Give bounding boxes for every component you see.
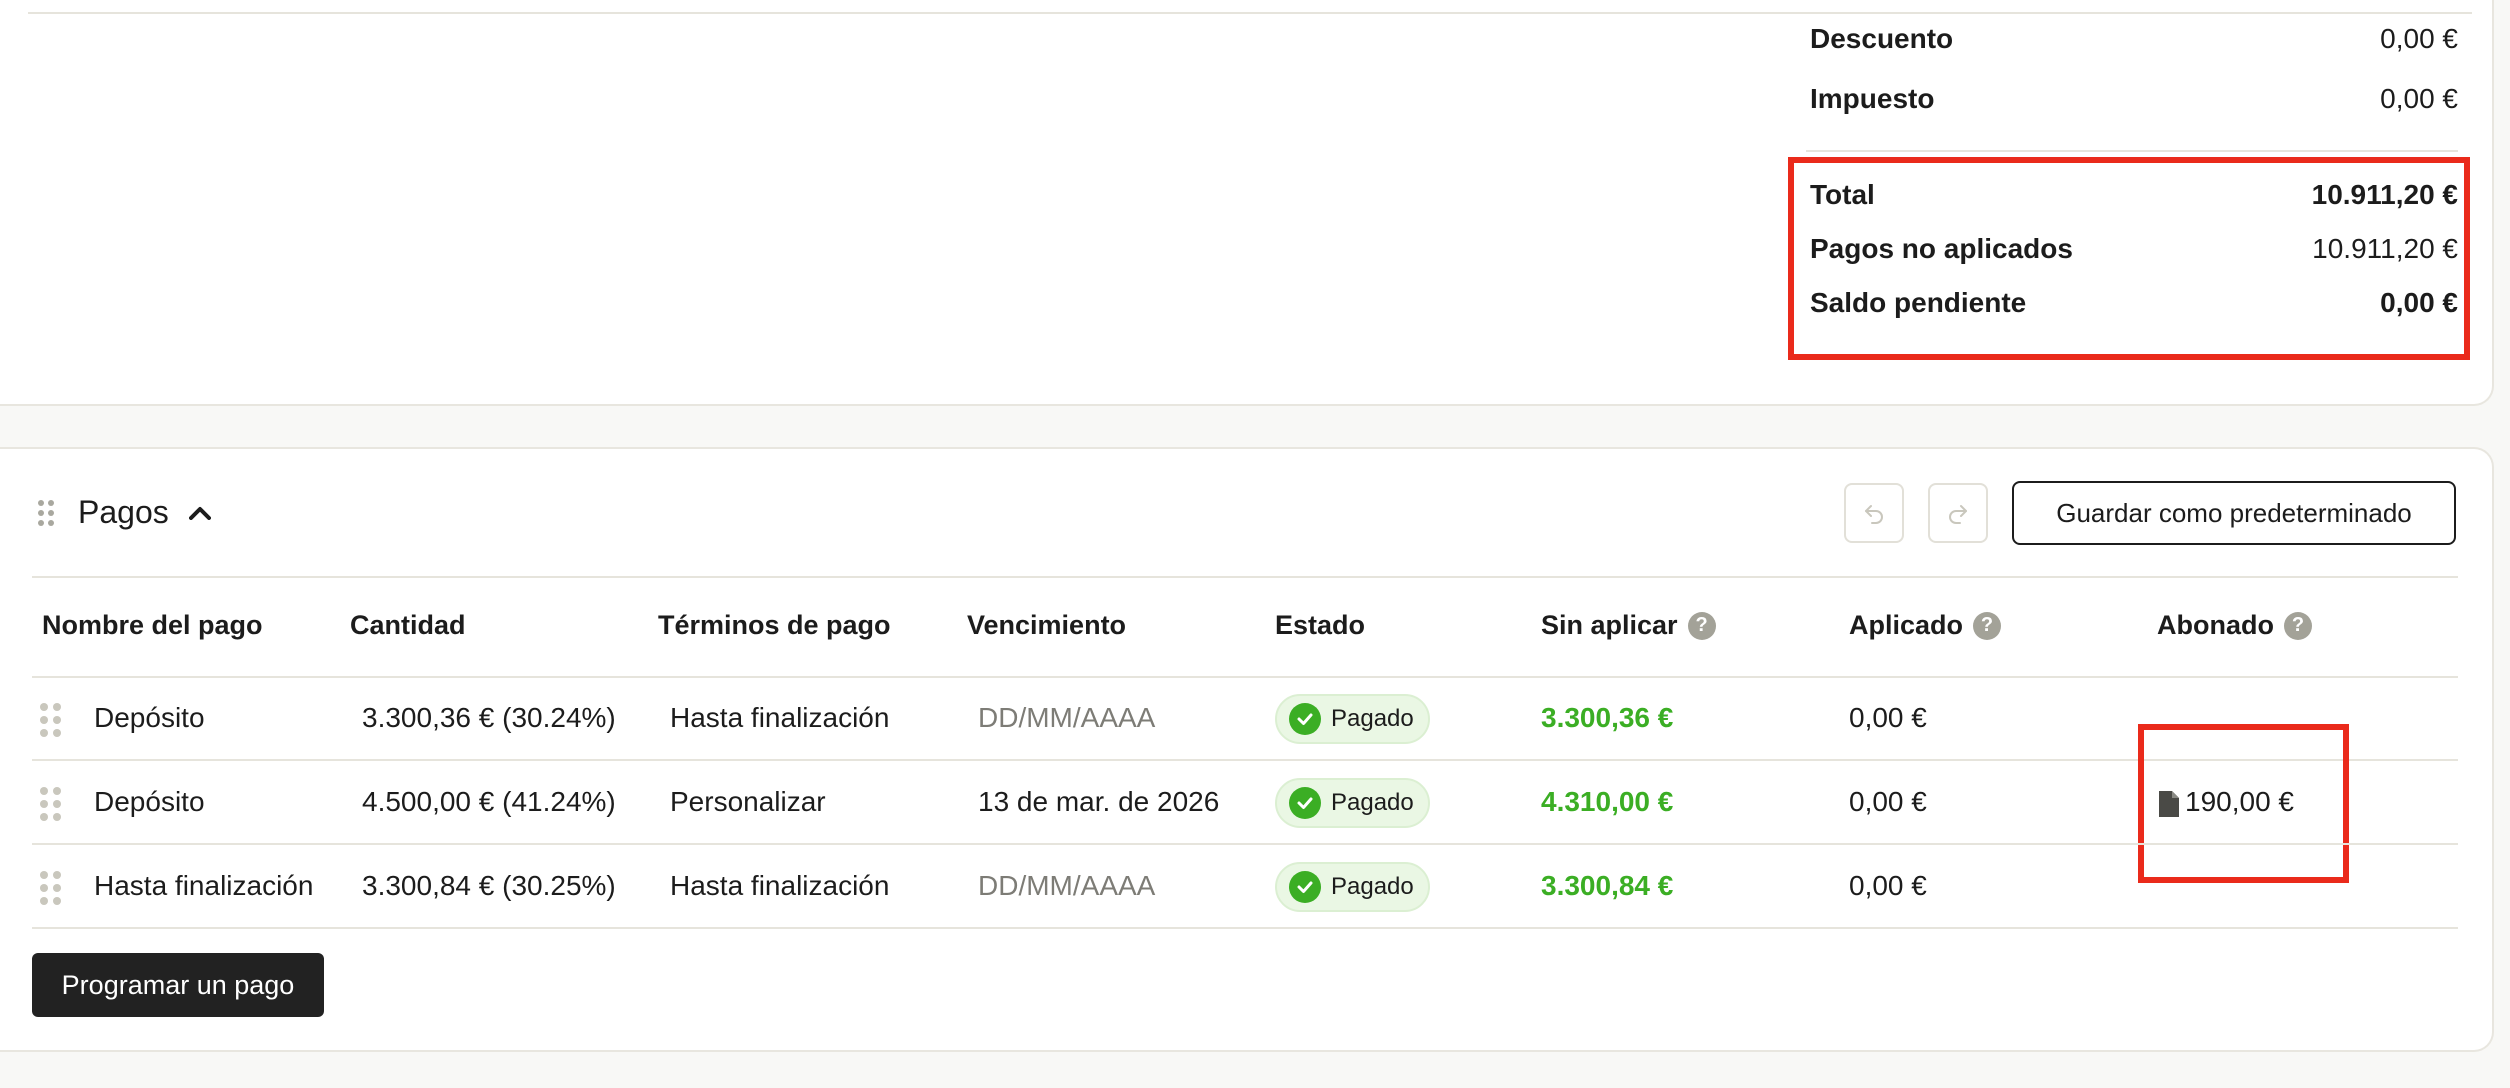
- column-header-label: Aplicado: [1849, 610, 1964, 640]
- unapplied-amount: 3.300,84 €: [1541, 870, 1674, 901]
- help-icon[interactable]: ?: [2283, 611, 2312, 640]
- schedule-payment-button[interactable]: Programar un pago: [32, 953, 324, 1017]
- unapplied-amount: 3.300,36 €: [1541, 702, 1674, 733]
- help-icon[interactable]: ?: [1687, 611, 1716, 640]
- undo-button[interactable]: [1844, 483, 1904, 543]
- payment-terms[interactable]: Hasta finalización: [670, 702, 889, 734]
- status-badge: Pagado: [1275, 694, 1430, 744]
- chevron-up-icon[interactable]: [188, 506, 211, 520]
- payment-name: Depósito: [94, 702, 205, 733]
- row-divider: [32, 927, 2458, 929]
- summary-value: 0,00 €: [2380, 23, 2458, 54]
- column-header-due: Vencimiento: [967, 610, 1127, 640]
- summary-row-discount: Descuento 0,00 €: [1810, 19, 2458, 59]
- payments-section-header[interactable]: Pagos: [78, 494, 211, 531]
- status-badge: Pagado: [1275, 862, 1430, 912]
- check-circle-icon: [1289, 703, 1321, 735]
- section-title: Pagos: [78, 494, 169, 530]
- column-header-label: Abonado: [2157, 610, 2274, 640]
- column-header-terms: Términos de pago: [658, 610, 891, 640]
- status-badge: Pagado: [1275, 778, 1430, 828]
- help-icon[interactable]: ?: [1973, 611, 2002, 640]
- due-date-field[interactable]: 13 de mar. de 2026: [978, 786, 1219, 818]
- status-label: Pagado: [1331, 705, 1414, 732]
- row-drag-handle-icon[interactable]: [40, 871, 62, 905]
- highlight-box-credited: [2138, 724, 2349, 883]
- save-as-default-button[interactable]: Guardar como predeterminado: [2012, 481, 2456, 545]
- highlight-box-totals: [1788, 157, 2470, 360]
- top-divider: [28, 12, 2472, 14]
- summary-label: Descuento: [1810, 23, 1954, 54]
- header-divider: [32, 576, 2458, 578]
- applied-amount: 0,00 €: [1849, 870, 1927, 901]
- summary-row-tax: Impuesto 0,00 €: [1810, 79, 2458, 119]
- column-header-status: Estado: [1275, 610, 1366, 640]
- undo-icon: [1865, 505, 1883, 524]
- column-header-label: Sin aplicar: [1541, 610, 1678, 640]
- unapplied-amount: 4.310,00 €: [1541, 786, 1674, 817]
- payment-name: Depósito: [94, 786, 205, 817]
- payment-amount[interactable]: 3.300,84 € (30.25%): [362, 870, 616, 902]
- row-drag-handle-icon[interactable]: [40, 703, 62, 737]
- row-drag-handle-icon[interactable]: [40, 787, 62, 821]
- applied-amount: 0,00 €: [1849, 702, 1927, 733]
- due-date-field[interactable]: DD/MM/AAAA: [978, 870, 1155, 902]
- payment-terms[interactable]: Hasta finalización: [670, 870, 889, 902]
- row-divider: [32, 676, 2458, 678]
- column-header-unapplied: Sin aplicar ?: [1541, 610, 1716, 641]
- applied-amount: 0,00 €: [1849, 786, 1927, 817]
- column-header-name: Nombre del pago: [42, 610, 263, 640]
- redo-icon: [1949, 505, 1967, 524]
- payment-terms[interactable]: Personalizar: [670, 786, 826, 818]
- payment-amount[interactable]: 4.500,00 € (41.24%): [362, 786, 616, 818]
- row-divider: [32, 843, 2458, 845]
- summary-label: Impuesto: [1810, 83, 1935, 114]
- check-circle-icon: [1289, 787, 1321, 819]
- payment-name: Hasta finalización: [94, 870, 314, 901]
- payment-amount[interactable]: 3.300,36 € (30.24%): [362, 702, 616, 734]
- due-date-field[interactable]: DD/MM/AAAA: [978, 702, 1155, 734]
- summary-value: 0,00 €: [2380, 83, 2458, 114]
- column-header-applied: Aplicado ?: [1849, 610, 2002, 641]
- row-divider: [32, 759, 2458, 761]
- summary-divider: [1806, 150, 2458, 152]
- section-drag-handle-icon[interactable]: [38, 500, 54, 526]
- check-circle-icon: [1289, 871, 1321, 903]
- column-header-credited: Abonado ?: [2157, 610, 2312, 641]
- status-label: Pagado: [1331, 789, 1414, 816]
- status-label: Pagado: [1331, 873, 1414, 900]
- redo-button[interactable]: [1928, 483, 1988, 543]
- column-header-amount: Cantidad: [350, 610, 466, 640]
